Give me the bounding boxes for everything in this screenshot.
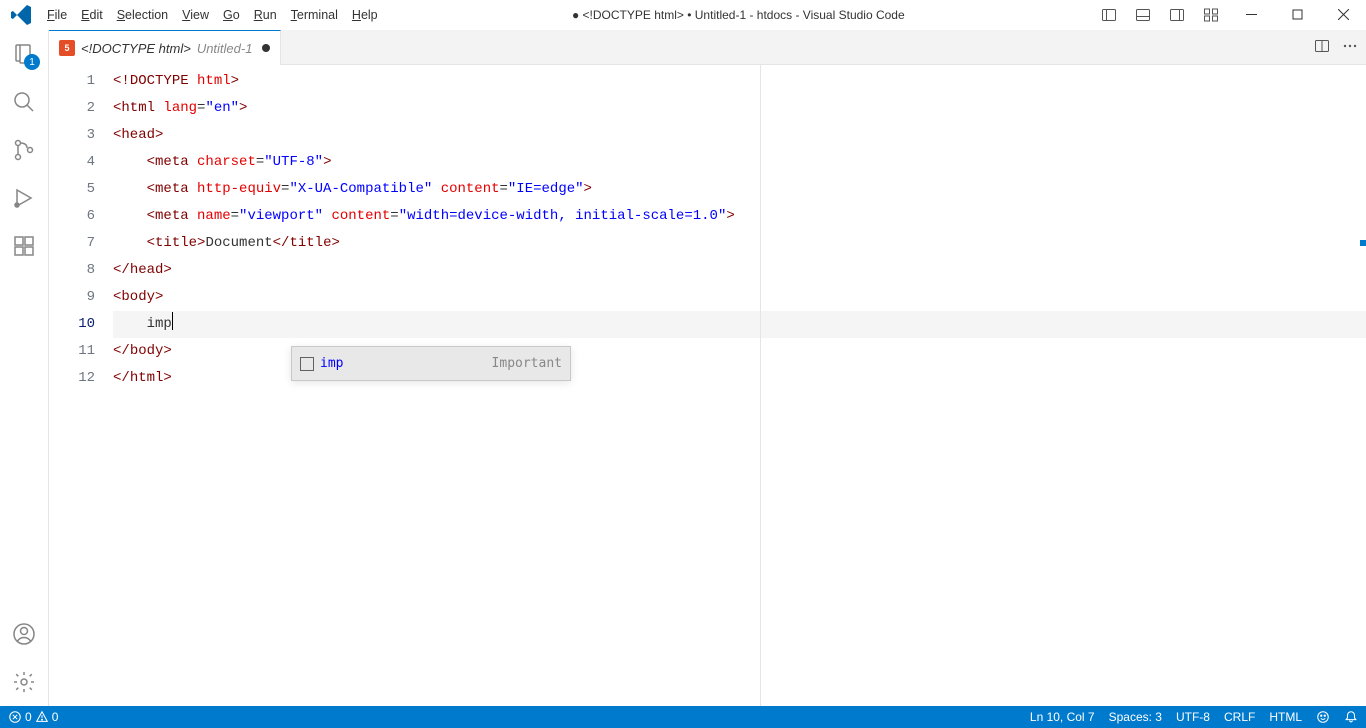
window-title: ● <!DOCTYPE html> • Untitled-1 - htdocs … xyxy=(385,8,1092,22)
menu-edit[interactable]: Edit xyxy=(74,0,110,29)
window-minimize-icon[interactable] xyxy=(1228,0,1274,29)
explorer-badge: 1 xyxy=(24,54,40,70)
toggle-panel-icon[interactable] xyxy=(1126,0,1160,29)
vscode-logo-icon xyxy=(10,3,34,27)
activity-source-control[interactable] xyxy=(0,126,48,174)
status-problems[interactable]: 0 0 xyxy=(8,710,58,724)
status-language[interactable]: HTML xyxy=(1269,710,1302,724)
status-notifications-icon[interactable] xyxy=(1344,710,1358,724)
titlebar: File Edit Selection View Go Run Terminal… xyxy=(0,0,1366,30)
code-content[interactable]: <!DOCTYPE html> <html lang="en"> <head> … xyxy=(113,65,1366,706)
customize-layout-icon[interactable] xyxy=(1194,0,1228,29)
tab-untitled-1[interactable]: 5 <!DOCTYPE html> Untitled-1 xyxy=(49,30,281,65)
suggest-label: imp xyxy=(320,350,343,377)
tab-dirty-indicator-icon[interactable] xyxy=(262,44,270,52)
overview-ruler[interactable] xyxy=(1352,65,1366,706)
suggest-description: Important xyxy=(452,350,562,377)
menu-run[interactable]: Run xyxy=(247,0,284,29)
editor-split-line xyxy=(760,65,761,706)
statusbar: 0 0 Ln 10, Col 7 Spaces: 3 UTF-8 CRLF HT… xyxy=(0,706,1366,728)
status-feedback-icon[interactable] xyxy=(1316,710,1330,724)
split-editor-icon[interactable] xyxy=(1314,38,1330,57)
tab-primary-label: <!DOCTYPE html> xyxy=(81,41,191,56)
suggest-widget[interactable]: imp Important xyxy=(291,346,571,381)
menu-terminal[interactable]: Terminal xyxy=(284,0,345,29)
more-actions-icon[interactable] xyxy=(1342,38,1358,57)
status-eol[interactable]: CRLF xyxy=(1224,710,1255,724)
suggest-abbrev-icon xyxy=(300,357,314,371)
editor-area: 5 <!DOCTYPE html> Untitled-1 1 2 3 4 5 6… xyxy=(48,30,1366,706)
status-spaces[interactable]: Spaces: 3 xyxy=(1109,710,1162,724)
activity-run-debug[interactable] xyxy=(0,174,48,222)
cursor xyxy=(172,312,173,330)
html-file-icon: 5 xyxy=(59,40,75,56)
status-ln-col[interactable]: Ln 10, Col 7 xyxy=(1030,710,1095,724)
tabs-row: 5 <!DOCTYPE html> Untitled-1 xyxy=(49,30,1366,65)
activitybar: 1 xyxy=(0,30,48,706)
window-maximize-icon[interactable] xyxy=(1274,0,1320,29)
main: 1 5 <!DOCTYPE html> Untitled-1 xyxy=(0,30,1366,706)
menu-selection[interactable]: Selection xyxy=(110,0,175,29)
suggest-item[interactable]: imp Important xyxy=(292,347,570,380)
toggle-primary-sidebar-icon[interactable] xyxy=(1092,0,1126,29)
title-right xyxy=(1092,0,1366,29)
editor-body[interactable]: 1 2 3 4 5 6 7 8 9 10 11 12 <!DOCTYPE htm… xyxy=(49,65,1366,706)
tabs-actions xyxy=(1314,30,1366,64)
menubar: File Edit Selection View Go Run Terminal… xyxy=(0,0,385,29)
window-close-icon[interactable] xyxy=(1320,0,1366,29)
menu-help[interactable]: Help xyxy=(345,0,385,29)
toggle-secondary-sidebar-icon[interactable] xyxy=(1160,0,1194,29)
activity-explorer[interactable]: 1 xyxy=(0,30,48,78)
activity-extensions[interactable] xyxy=(0,222,48,270)
status-encoding[interactable]: UTF-8 xyxy=(1176,710,1210,724)
menu-view[interactable]: View xyxy=(175,0,216,29)
activity-settings[interactable] xyxy=(0,658,48,706)
menu-go[interactable]: Go xyxy=(216,0,247,29)
tab-secondary-label: Untitled-1 xyxy=(197,41,253,56)
gutter: 1 2 3 4 5 6 7 8 9 10 11 12 xyxy=(49,65,113,706)
activity-accounts[interactable] xyxy=(0,610,48,658)
menu-file[interactable]: File xyxy=(40,0,74,29)
ruler-mark xyxy=(1360,240,1366,246)
activity-search[interactable] xyxy=(0,78,48,126)
